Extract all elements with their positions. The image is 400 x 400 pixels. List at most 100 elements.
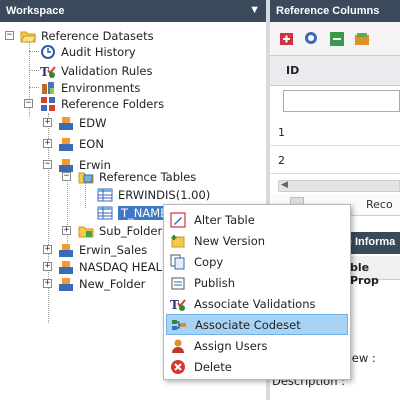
associate-codeset-icon <box>171 317 187 333</box>
tree-line <box>85 182 86 208</box>
expand-toggle[interactable]: + <box>43 245 52 254</box>
folder-person-icon <box>58 242 74 258</box>
associate-validations-icon: T <box>170 296 186 312</box>
collapse-toggle[interactable]: − <box>24 99 33 108</box>
id-column-header[interactable]: ID <box>270 56 400 86</box>
workspace-title: Workspace <box>6 5 65 17</box>
row-id: 2 <box>278 154 285 167</box>
menu-item-associate-validations[interactable]: T Associate Validations <box>166 293 348 314</box>
tree-label: Environments <box>61 80 141 95</box>
tree-item-erwindis[interactable]: ERWINDIS(1.00) <box>97 186 210 203</box>
records-label: Reco <box>366 198 393 211</box>
workspace-header: Workspace ▼ <box>0 0 266 22</box>
menu-item-label: Delete <box>194 359 232 374</box>
svg-text:T: T <box>40 65 49 79</box>
table-icon <box>97 205 113 221</box>
tree-label: Reference Folders <box>61 96 165 111</box>
tree-item-eon[interactable]: EON <box>58 135 104 152</box>
collapse-toggle[interactable]: − <box>5 31 14 40</box>
menu-item-associate-codeset[interactable]: Associate Codeset <box>166 314 348 335</box>
tree-label: EDW <box>79 115 107 130</box>
tree-line <box>67 172 68 247</box>
expand-toggle[interactable]: + <box>43 279 52 288</box>
expand-toggle[interactable]: + <box>43 139 52 148</box>
folder-person-icon <box>58 136 74 152</box>
tree-item-environments[interactable]: Environments <box>40 79 140 96</box>
alter-table-icon <box>170 212 186 228</box>
reference-columns-toolbar <box>270 22 400 56</box>
delete-icon <box>170 359 186 375</box>
menu-item-copy[interactable]: Copy <box>166 251 348 272</box>
chevron-down-icon[interactable]: ▼ <box>249 4 260 16</box>
menu-item-label: Alter Table <box>194 212 255 227</box>
copy-icon <box>170 254 186 270</box>
tree-item-erwin-sales[interactable]: Erwin_Sales <box>58 241 147 258</box>
column-header-label: ID <box>286 64 300 77</box>
horizontal-scrollbar[interactable]: ◀ <box>278 180 400 192</box>
menu-item-publish[interactable]: Publish <box>166 272 348 293</box>
menu-item-label: Assign Users <box>194 338 268 353</box>
tab-properties[interactable]: ble Prop <box>350 261 379 287</box>
search-column-icon[interactable] <box>303 30 321 48</box>
reference-columns-title: Reference Columns <box>276 5 380 17</box>
clock-icon <box>40 44 56 60</box>
tree-label: Erwin_Sales <box>79 242 148 257</box>
folder-person-icon <box>58 115 74 131</box>
publish-icon <box>170 275 186 291</box>
menu-item-label: Associate Codeset <box>195 317 301 332</box>
export-icon[interactable] <box>328 30 346 48</box>
scroll-left-icon[interactable]: ◀ <box>281 180 288 190</box>
tree-item-validation-rules[interactable]: T Validation Rules <box>40 62 152 79</box>
table-row[interactable]: 1 <box>270 118 400 146</box>
tree-line <box>29 87 39 88</box>
tree-label: NASDAQ HEAL <box>79 259 162 274</box>
menu-item-label: Publish <box>194 275 235 290</box>
folder-person-icon <box>58 259 74 275</box>
tree-line <box>29 70 39 71</box>
tree-item-nasdaq[interactable]: NASDAQ HEAL <box>58 258 162 275</box>
expand-toggle[interactable]: + <box>62 226 71 235</box>
expand-toggle[interactable]: + <box>43 118 52 127</box>
svg-text:T: T <box>170 298 179 312</box>
tree-label: Validation Rules <box>61 63 153 78</box>
assign-users-icon <box>170 338 186 354</box>
reference-columns-header: Reference Columns <box>270 0 400 22</box>
tree-item-new-folder[interactable]: New_Folder <box>58 275 145 292</box>
id-filter-input[interactable] <box>283 90 400 112</box>
collapse-toggle[interactable]: − <box>62 172 71 181</box>
tree-label: Reference Datasets <box>41 28 154 43</box>
import-icon[interactable] <box>353 30 371 48</box>
grid-folder-icon <box>40 96 56 112</box>
folder-person-icon <box>58 276 74 292</box>
table-row[interactable]: 2 <box>270 146 400 174</box>
tree-label: Sub_Folder <box>99 223 163 238</box>
folder-open-icon <box>20 28 37 44</box>
tree-label: Audit History <box>61 44 136 59</box>
row-id: 1 <box>278 126 285 139</box>
environments-icon <box>40 80 56 96</box>
menu-item-assign-users[interactable]: Assign Users <box>166 335 348 356</box>
tree-item-reference-tables[interactable]: Reference Tables <box>78 168 196 185</box>
menu-item-label: Associate Validations <box>194 296 316 311</box>
menu-item-label: Copy <box>194 254 224 269</box>
menu-item-label: New Version <box>194 233 266 248</box>
menu-item-new-version[interactable]: New Version <box>166 230 348 251</box>
tree-item-sub-folder[interactable]: Sub_Folder <box>78 222 162 239</box>
menu-item-alter-table[interactable]: Alter Table <box>166 209 348 230</box>
tree-label: EON <box>79 136 104 151</box>
expand-toggle[interactable]: + <box>43 262 52 271</box>
table-folder-icon <box>78 169 94 185</box>
tree-item-reference-datasets[interactable]: Reference Datasets <box>20 27 154 44</box>
tree-label: New_Folder <box>79 276 146 291</box>
tree-item-reference-folders[interactable]: Reference Folders <box>40 95 164 112</box>
tree-label: ERWINDIS(1.00) <box>118 187 211 202</box>
menu-item-delete[interactable]: Delete <box>166 356 348 377</box>
tree-item-audit-history[interactable]: Audit History <box>40 43 136 60</box>
tree-line <box>29 51 39 52</box>
new-version-icon <box>170 233 186 249</box>
collapse-toggle[interactable]: − <box>43 160 52 169</box>
tree-item-edw[interactable]: EDW <box>58 114 107 131</box>
sub-folder-icon <box>78 223 94 239</box>
add-column-icon[interactable] <box>278 30 296 48</box>
context-menu: Alter Table New Version Copy Publish T A… <box>163 204 351 380</box>
